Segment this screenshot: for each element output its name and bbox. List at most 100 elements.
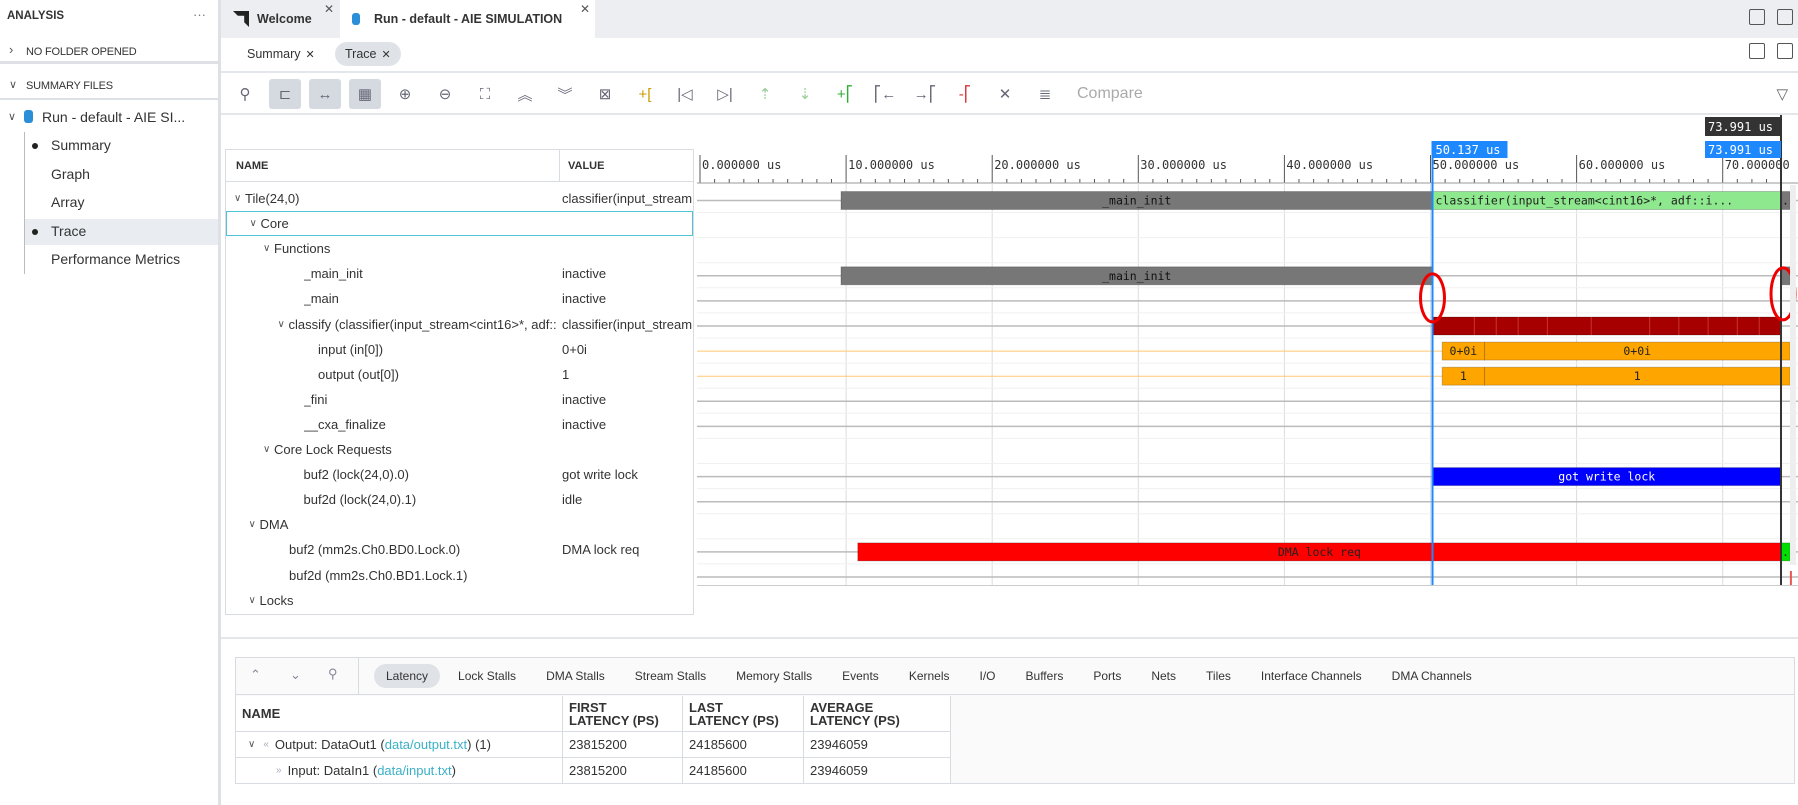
tab-dma-stalls[interactable]: DMA Stalls [534,664,617,688]
split-editor-icon[interactable] [1749,9,1765,25]
search-icon[interactable]: ⚲ [328,666,338,682]
tree-row[interactable]: _fini inactive [226,387,693,412]
tab-dma-channels[interactable]: DMA Channels [1380,664,1484,688]
clear-icon[interactable]: ⊠ [589,79,621,109]
chevron-down-icon[interactable]: ∨ [249,595,256,606]
tree-row[interactable]: ∨ Core [226,211,693,237]
tree-row[interactable]: ∨ Locks [226,588,693,613]
summary-files-section[interactable]: ∨ SUMMARY FILES [0,72,218,100]
chevron-down-icon[interactable]: ∨ [278,319,285,330]
goto-cursor-start-icon[interactable]: ⎡← [869,79,901,109]
tab-ports[interactable]: Ports [1081,664,1133,688]
next-event-icon[interactable]: ⇣ [789,79,821,109]
tree-row[interactable]: buf2d (lock(24,0).1) idle [226,487,693,512]
chevron-down-icon[interactable]: ∨ [263,444,270,455]
chevron-down-icon[interactable]: ∨ [249,519,256,530]
column-header-name[interactable]: NAME [226,150,560,181]
tab-interface-channels[interactable]: Interface Channels [1249,664,1374,688]
tree-row[interactable]: __cxa_finalize inactive [226,412,693,437]
tree-row[interactable]: _main inactive [226,286,693,311]
add-marker-icon[interactable]: +[ [629,79,661,109]
close-icon[interactable]: ✕ [324,2,334,16]
waveform-view[interactable]: 0.000000 us 10.000000 us 20.000000 us 30.00… [697,115,1798,585]
tab-tiles[interactable]: Tiles [1194,664,1243,688]
more-actions-icon[interactable]: ··· [193,7,206,22]
toggle-panel-icon[interactable] [1777,9,1793,25]
close-icon[interactable]: ✕ [382,48,391,61]
waveform-canvas[interactable]: 0.000000 us 10.000000 us 20.000000 us 30.00… [697,115,1798,585]
collapse-all-icon[interactable]: ⌃ [250,667,261,683]
tree-row[interactable]: ∨ DMA [226,512,693,537]
tab-latency[interactable]: Latency [374,664,441,688]
sidebar-item-performance-metrics[interactable]: Performance Metrics [25,247,218,273]
table-row[interactable]: ∨ « Output: DataOut1 (data/output.txt) (1) [236,732,563,758]
column-header-value[interactable]: VALUE [560,160,604,172]
trace-bar[interactable] [1432,316,1782,336]
tree-row[interactable]: output (out[0]) 1 [226,362,693,387]
subtab-summary[interactable]: Summary ✕ [237,42,325,66]
tree-row[interactable]: buf2d (mm2s.Ch0.BD1.Lock.1) [226,563,693,588]
tab-lock-stalls[interactable]: Lock Stalls [446,664,528,688]
run-tree-item[interactable]: ∨ Run - default - AIE SI... [0,106,218,130]
tab-run-default[interactable]: Run - default - AIE SIMULATION ✕ [340,0,595,38]
tree-row[interactable]: ∨ Tile(24,0) classifier(input_stream<cint1… [226,186,693,211]
chevron-down-icon[interactable]: ∨ [263,243,270,254]
tree-row[interactable]: buf2 (mm2s.Ch0.BD0.Lock.0) DMA lock req [226,537,693,562]
zoom-in-icon[interactable]: ⊕ [389,79,421,109]
close-icon[interactable]: ✕ [580,2,590,16]
fit-width-icon[interactable]: ↔ [309,79,341,109]
grid-icon[interactable]: ▦ [349,79,381,109]
sidebar-item-summary[interactable]: Summary [25,133,218,159]
tree-row[interactable]: input (in[0]) 0+0i [226,337,693,362]
sidebar-item-trace[interactable]: Trace [25,218,218,245]
tree-row[interactable]: ∨ Core Lock Requests [226,437,693,462]
prev-event-icon[interactable]: ⇡ [749,79,781,109]
layout-icon[interactable] [1777,43,1793,59]
tab-kernels[interactable]: Kernels [897,664,962,688]
add-cursor-icon[interactable]: +⎡ [829,79,861,109]
hierarchy-icon[interactable]: ⊏ [269,79,301,109]
column-header[interactable]: FIRST LATENCY (PS) [563,696,683,732]
column-header[interactable]: AVERAGE LATENCY (PS) [804,696,951,732]
column-header[interactable]: NAME [236,696,563,732]
chevron-down-icon[interactable]: ∨ [234,193,241,204]
file-link[interactable]: data/input.txt [377,763,451,778]
vertical-scrollbar[interactable] [1790,185,1796,565]
compare-button[interactable]: Compare [1077,85,1143,103]
sidebar-item-array[interactable]: Array [25,190,218,216]
tab-memory-stalls[interactable]: Memory Stalls [724,664,824,688]
tree-row[interactable]: buf2 (lock(24,0).0) got write lock [226,462,693,487]
chevron-down-icon[interactable]: ∨ [250,218,257,229]
tab-nets[interactable]: Nets [1139,664,1188,688]
prev-edge-icon[interactable]: |◁ [669,79,701,109]
tab-buffers[interactable]: Buffers [1014,664,1076,688]
tree-row[interactable]: _main_init inactive [226,261,693,286]
goto-cursor-end-icon[interactable]: →⎡ [909,79,941,109]
tab-i-o[interactable]: I/O [968,664,1008,688]
chevron-down-icon[interactable]: ∨ [248,739,255,750]
remove-cursor-icon[interactable]: -⎡ [949,79,981,109]
tree-row[interactable]: ∨ classify (classifier(input_stream<cint1… [226,312,693,337]
list-icon[interactable]: ≣ [1029,79,1061,109]
expand-all-icon[interactable]: ⌄ [290,667,301,683]
next-edge-icon[interactable]: ▷| [709,79,741,109]
tab-events[interactable]: Events [830,664,891,688]
collapse-all-icon[interactable]: ︽ [509,79,541,109]
expand-all-icon[interactable]: ︾ [549,79,581,109]
zoom-out-icon[interactable]: ⊖ [429,79,461,109]
split-view-icon[interactable] [1749,43,1765,59]
filter-icon[interactable]: ▽ [1776,85,1788,103]
sidebar-item-graph[interactable]: Graph [25,162,218,188]
no-folder-section[interactable]: › NO FOLDER OPENED [0,38,218,64]
column-header[interactable]: LAST LATENCY (PS) [683,696,804,732]
close-icon[interactable]: ✕ [989,79,1021,109]
subtab-trace[interactable]: Trace ✕ [335,42,401,66]
tree-row[interactable]: ∨ Functions [226,236,693,261]
tab-stream-stalls[interactable]: Stream Stalls [623,664,718,688]
panel-divider[interactable] [221,637,1798,639]
table-row[interactable]: » Input: DataIn1 (data/input.txt) [236,758,563,784]
tab-welcome[interactable]: Welcome ✕ [221,0,336,38]
zoom-fit-icon[interactable]: ⛶ [469,79,501,109]
file-link[interactable]: data/output.txt [385,737,467,752]
search-icon[interactable]: ⚲ [229,79,261,109]
